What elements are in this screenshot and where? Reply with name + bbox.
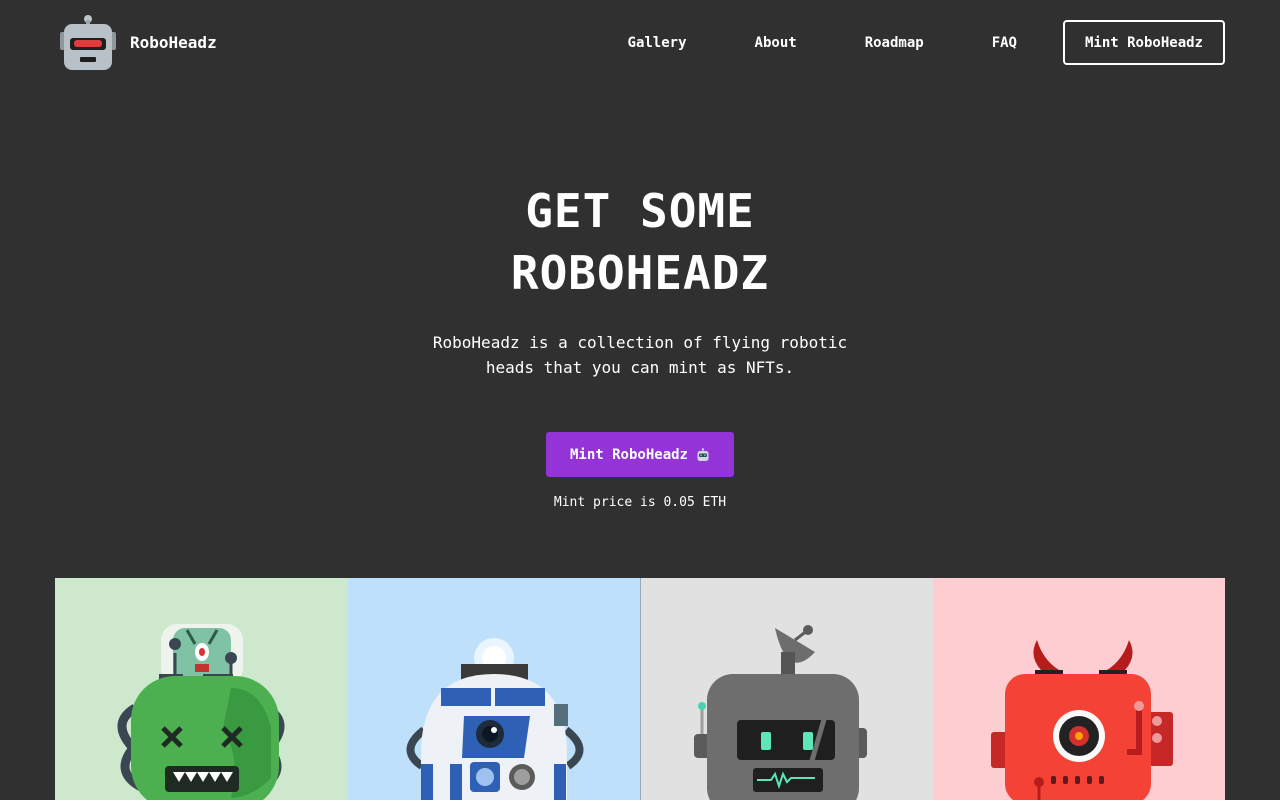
gallery-tile-zombie xyxy=(55,578,348,800)
antenna-robot-icon xyxy=(694,625,867,800)
hero-title-line1: GET SOME xyxy=(525,184,755,238)
astromech-robot-icon xyxy=(406,638,583,800)
nav-link-faq[interactable]: FAQ xyxy=(992,35,1017,51)
nav-link-roadmap[interactable]: Roadmap xyxy=(865,35,924,51)
hero-title-line2: ROBOHEADZ xyxy=(510,246,770,300)
brand-name: RoboHeadz xyxy=(130,32,217,52)
navbar: RoboHeadz Gallery About Roadmap FAQ Mint… xyxy=(0,0,1280,86)
hero-description: RoboHeadz is a collection of flying robo… xyxy=(432,333,848,377)
hero-section: GET SOME ROBOHEADZ RoboHeadz is a collec… xyxy=(0,180,1280,510)
devil-robot-icon xyxy=(990,640,1173,800)
brand-home-link[interactable]: RoboHeadz xyxy=(60,14,217,70)
hero-mint-button[interactable]: Mint RoboHeadz xyxy=(546,432,734,477)
gallery-tile-astromech xyxy=(347,578,640,800)
gallery-tile-antenna xyxy=(640,578,933,800)
main-nav: Gallery About Roadmap FAQ Mint RoboHeadz xyxy=(628,20,1225,65)
zombie-robot-icon xyxy=(117,624,285,800)
hero-mint-button-label: Mint RoboHeadz xyxy=(569,446,688,463)
nav-link-gallery[interactable]: Gallery xyxy=(628,35,687,51)
nav-mint-button[interactable]: Mint RoboHeadz xyxy=(1063,20,1225,65)
robot-emoji-icon xyxy=(697,447,709,461)
robot-head-logo-icon xyxy=(60,15,116,70)
mint-price: Mint price is 0.05 ETH xyxy=(553,495,727,510)
gallery-strip xyxy=(55,578,1225,800)
hero-title: GET SOME ROBOHEADZ xyxy=(460,180,820,304)
gallery-tile-devil xyxy=(932,578,1225,800)
nav-link-about[interactable]: About xyxy=(755,35,797,51)
